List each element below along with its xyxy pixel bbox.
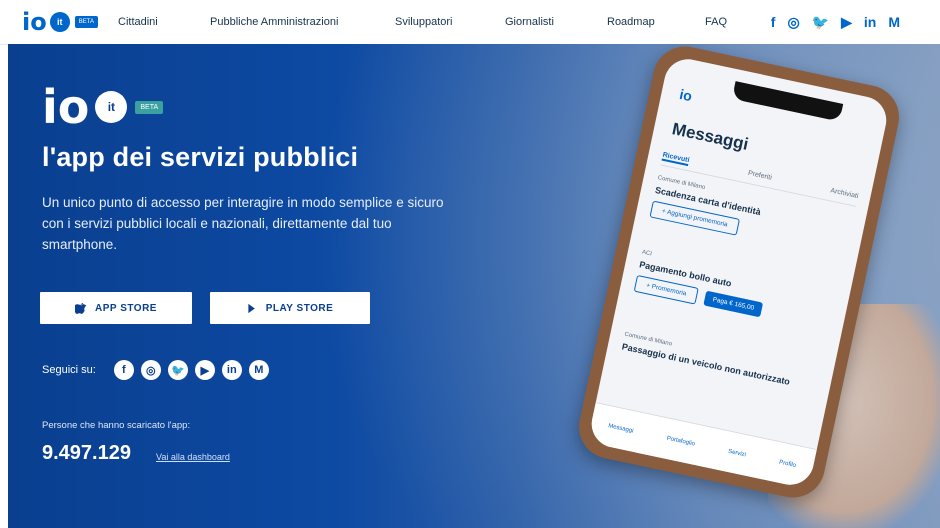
logo-it-badge: it <box>49 12 70 32</box>
play-store-icon <box>248 303 255 313</box>
nav-servizi[interactable]: Servizi <box>728 449 747 459</box>
hero-section: io it BETA l'app dei servizi pubblici Un… <box>8 44 940 528</box>
instagram-icon[interactable]: ◎ <box>787 14 799 31</box>
medium-icon[interactable]: M <box>888 14 900 30</box>
app-logo: io <box>678 85 694 105</box>
tab-archiviati[interactable]: Archiviati <box>829 187 859 202</box>
phone-notch <box>731 81 844 122</box>
reminder-button[interactable]: + Promemoria <box>633 274 699 305</box>
nav-item-faq[interactable]: FAQ <box>705 0 727 44</box>
nav-messaggi[interactable]: Messaggi <box>608 423 634 434</box>
nav-item-roadmap[interactable]: Roadmap <box>607 0 655 44</box>
downloads-count: 9.497.129 <box>42 442 131 464</box>
beta-badge: BETA <box>74 16 98 28</box>
apple-icon <box>75 303 87 314</box>
hero-subtitle: Un unico punto di accesso per interagire… <box>42 195 444 252</box>
youtube-icon[interactable]: ▶ <box>841 14 852 31</box>
medium-icon[interactable]: M <box>248 360 269 380</box>
tab-preferiti[interactable]: Preferiti <box>747 170 772 184</box>
io-logo[interactable]: io it BETA <box>22 10 98 34</box>
screen-title: Messaggi <box>670 119 751 154</box>
follow-label: Seguici su: <box>42 364 96 376</box>
message-item[interactable]: Comune di Milano Passaggio di un veicolo… <box>621 332 819 393</box>
twitter-icon[interactable]: 🐦 <box>812 14 829 31</box>
facebook-icon[interactable]: f <box>113 360 134 380</box>
downloads-label: Persone che hanno scaricato l'app: <box>42 420 191 431</box>
linkedin-icon[interactable]: in <box>864 14 876 30</box>
twitter-icon[interactable]: 🐦 <box>167 360 188 380</box>
hero-beta-badge: BETA <box>135 100 164 114</box>
play-store-button[interactable]: PLAY STORE <box>210 292 370 324</box>
hero-logo-i: io <box>42 80 90 134</box>
linkedin-icon[interactable]: in <box>221 360 242 380</box>
logo-i: io <box>22 8 47 36</box>
tab-ricevuti[interactable]: Ricevuti <box>661 151 691 167</box>
follow-section: Seguici su: f ◎ 🐦 ▶ in M <box>42 360 269 380</box>
nav-profilo[interactable]: Profilo <box>779 460 797 469</box>
instagram-icon[interactable]: ◎ <box>140 360 161 380</box>
pay-button[interactable]: Paga € 165,00 <box>703 290 764 318</box>
youtube-icon[interactable]: ▶ <box>194 360 215 380</box>
top-navigation-bar: io it BETA Cittadini Pubbliche Amministr… <box>0 0 940 45</box>
facebook-icon[interactable]: f <box>771 14 776 30</box>
message-item[interactable]: ACI Pagamento bollo auto + Promemoria Pa… <box>633 249 837 332</box>
app-store-button[interactable]: APP STORE <box>40 292 192 324</box>
nav-item-cittadini[interactable]: Cittadini <box>118 0 158 44</box>
nav-portafoglio[interactable]: Portafoglio <box>666 436 695 448</box>
follow-icons: f ◎ 🐦 ▶ in M <box>113 360 269 380</box>
dashboard-link[interactable]: Vai alla dashboard <box>156 452 230 462</box>
nav-item-sviluppatori[interactable]: Sviluppatori <box>395 0 452 44</box>
nav-item-giornalisti[interactable]: Giornalisti <box>505 0 554 44</box>
nav-item-pubbliche-amministrazioni[interactable]: Pubbliche Amministrazioni <box>210 0 338 44</box>
hero-title: l'app dei servizi pubblici <box>42 142 359 172</box>
hero-logo-it-badge: it <box>95 91 128 123</box>
play-store-label: PLAY STORE <box>265 302 334 314</box>
social-links-top: f ◎ 🐦 ▶ in M <box>771 0 900 44</box>
app-store-label: APP STORE <box>95 302 157 314</box>
hero-io-logo: io it BETA <box>42 80 164 134</box>
